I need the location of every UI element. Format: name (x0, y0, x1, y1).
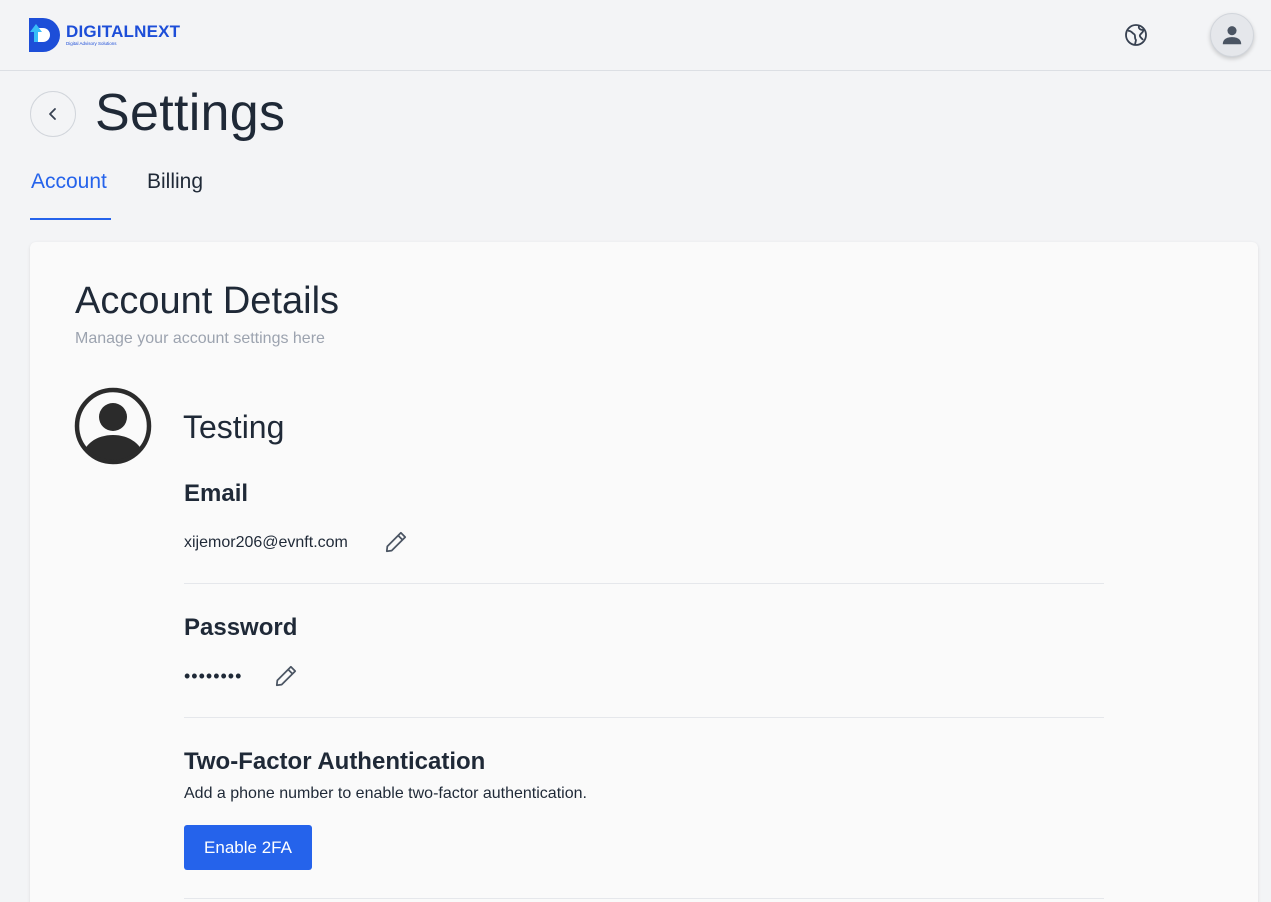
two-factor-label: Two-Factor Authentication (184, 748, 486, 775)
enable-2fa-button[interactable]: Enable 2FA (184, 825, 312, 870)
top-bar: DIGITALNEXT Digital Advisory Solutions (0, 0, 1271, 71)
two-factor-description: Add a phone number to enable two-factor … (184, 785, 587, 802)
language-button[interactable] (1123, 22, 1149, 48)
tab-account[interactable]: Account (30, 170, 111, 220)
pencil-icon[interactable] (273, 663, 299, 689)
divider (184, 717, 1104, 718)
page-title: Settings (95, 84, 286, 142)
password-label: Password (184, 614, 298, 641)
email-value: xijemor206@evnft.com (184, 534, 348, 551)
account-details-card: Account Details Manage your account sett… (30, 242, 1258, 902)
user-icon (1222, 26, 1242, 45)
chevron-left-icon (49, 108, 56, 120)
logo-tagline: Digital Advisory Solutions (66, 41, 117, 46)
tab-billing[interactable]: Billing (147, 170, 203, 220)
pencil-icon[interactable] (383, 529, 409, 555)
logo-name: DIGITALNEXT (66, 22, 181, 41)
user-avatar-icon (74, 387, 152, 465)
settings-tabs: Account Billing (30, 170, 203, 220)
card-title: Account Details (75, 280, 340, 322)
user-name: Testing (183, 409, 285, 445)
back-button[interactable] (30, 91, 76, 137)
brand-logo[interactable]: DIGITALNEXT Digital Advisory Solutions (24, 14, 180, 54)
user-menu-button[interactable] (1210, 13, 1254, 57)
divider (184, 583, 1104, 584)
email-label: Email (184, 480, 249, 507)
globe-icon (1125, 24, 1147, 46)
password-value: •••••••• (184, 666, 243, 686)
divider (184, 898, 1104, 899)
logo-mark-icon (29, 18, 60, 52)
card-subtitle: Manage your account settings here (75, 330, 325, 347)
